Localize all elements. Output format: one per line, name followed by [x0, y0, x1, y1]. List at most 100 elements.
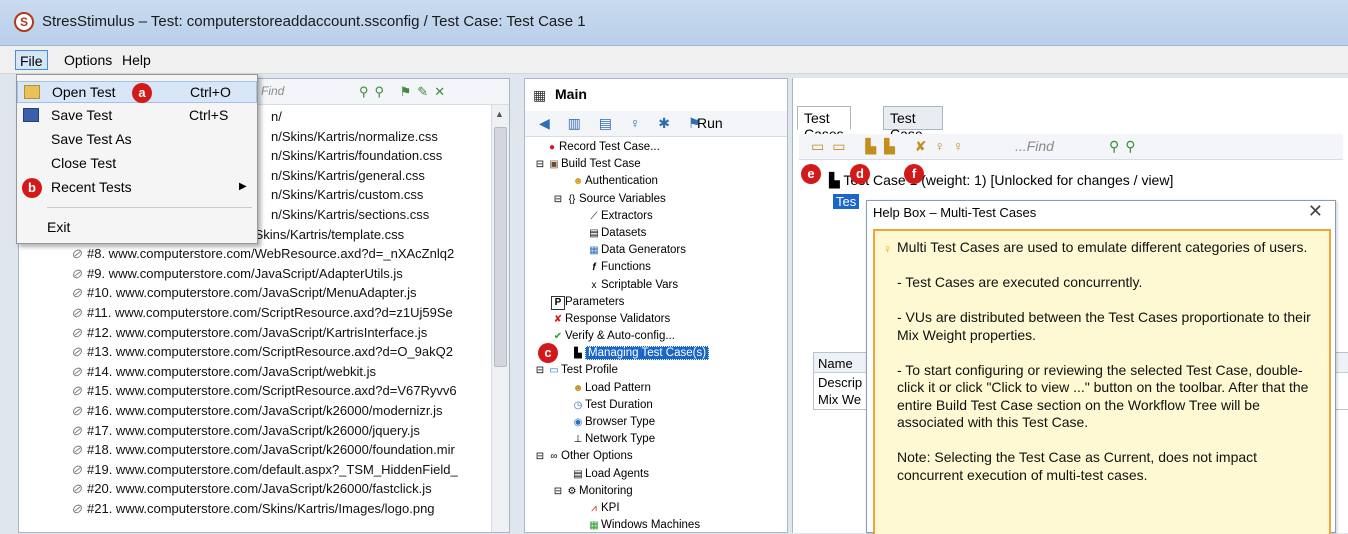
tree-item-response-validators[interactable]: ✘ Response Validators	[533, 311, 783, 328]
tab-main[interactable]: ▦ Main	[525, 79, 611, 109]
list-item[interactable]: n/Skins/Kartris/foundation.css	[271, 146, 495, 166]
menu-file[interactable]: File	[15, 50, 48, 70]
help-box-title: Help Box – Multi-Test Cases	[873, 205, 1037, 220]
list-item[interactable]: n/Skins/Kartris/custom.css	[271, 185, 495, 205]
close-test-menu-item[interactable]: Close Test	[17, 153, 257, 175]
tree-item-network-type[interactable]: ⊥ Network Type	[533, 431, 783, 448]
exit-menu-item[interactable]: Exit	[17, 217, 257, 239]
save-test-menu-item[interactable]: Save Test Ctrl+S	[17, 105, 257, 127]
list-item[interactable]: n/Skins/Kartris/normalize.css	[271, 127, 495, 147]
list-item[interactable]: ⊘ #18. www.computerstore.com/JavaScript/k…	[71, 440, 495, 460]
menu-bar: File Options Help	[0, 46, 1348, 74]
find-input[interactable]: Find	[261, 84, 284, 98]
list-item[interactable]: ⊘ #11. www.computerstore.com/ScriptResour…	[71, 303, 495, 323]
profile-icon: ▭	[549, 365, 559, 377]
test-cases-icon: ▙	[574, 348, 582, 360]
tree-item-test-profile[interactable]: ⊟ ▭ Test Profile	[533, 362, 783, 379]
list-item[interactable]: n/Skins/Kartris/general.css	[271, 166, 495, 186]
tree-item-verify[interactable]: ✔ Verify & Auto-config...	[533, 328, 783, 345]
link-icon: ⊘	[71, 461, 82, 477]
run-button[interactable]: Run	[697, 115, 723, 131]
tab-test-case-groups[interactable]: Test Case Groups	[883, 106, 943, 158]
test-case-toolbar: ▭▭ ▙▙ ✘♀♀ ...Find ⚲⚲	[799, 134, 1343, 160]
tree-item-browser-type[interactable]: ◉ Browser Type	[533, 414, 783, 431]
annotation-marker-c: c	[538, 343, 558, 363]
tree-item-parameters[interactable]: P Parameters	[533, 294, 783, 311]
scroll-up-icon[interactable]: ▲	[495, 109, 504, 119]
user-key-icon: ☻	[572, 176, 584, 188]
test-case-row[interactable]: ▙ Test Case 1 (weight: 1) [Unlocked for …	[829, 172, 1173, 189]
options-icon: ∞	[550, 451, 558, 463]
floppy-disk-icon	[23, 108, 39, 122]
list-item[interactable]: ⊘ #21. www.computerstore.com/Skins/Kartri…	[71, 499, 495, 519]
collapse-icon: ⊟	[535, 159, 545, 171]
annotation-marker-b: b	[22, 178, 42, 198]
parameters-icon: P	[551, 295, 565, 310]
windows-icon: ▦	[589, 520, 599, 532]
menu-help[interactable]: Help	[118, 50, 155, 70]
link-icon: ⊘	[71, 500, 82, 516]
tree-item-windows-machines[interactable]: ▦ Windows Machines	[533, 517, 783, 534]
tree-item-load-agents[interactable]: ▤ Load Agents	[533, 466, 783, 483]
tree-item-test-duration[interactable]: ◷ Test Duration	[533, 397, 783, 414]
list-item[interactable]: ⊘ #12. www.computerstore.com/JavaScript/K…	[71, 323, 495, 343]
link-icon: ⊘	[71, 402, 82, 418]
link-icon: ⊘	[71, 442, 82, 458]
selected-test-case-row[interactable]: Tes	[833, 194, 860, 209]
help-paragraph: Note: Selecting the Test Case as Current…	[897, 449, 1258, 483]
recent-tests-menu-item[interactable]: Recent Tests ▶	[17, 177, 257, 199]
tree-item-extractors[interactable]: ⟋ Extractors	[533, 208, 783, 225]
script-var-icon: x	[591, 279, 597, 291]
tab-test-cases[interactable]: Test Cases	[797, 106, 851, 142]
list-item[interactable]: ⊘ #13. www.computerstore.com/ScriptResour…	[71, 342, 495, 362]
filter-icons[interactable]: ⚲⚲	[1109, 138, 1142, 155]
list-item[interactable]: ⊘ #20. www.computerstore.com/JavaScript/k…	[71, 479, 495, 499]
link-icon: ⊘	[71, 265, 82, 281]
build-icon: ▣	[549, 159, 559, 171]
kpi-chart-icon: ⩘	[591, 502, 597, 514]
vertical-scrollbar[interactable]: ▲	[491, 105, 509, 532]
property-description[interactable]: Descrip	[818, 375, 862, 390]
list-item[interactable]: ⊘ #9. www.computerstore.com/JavaScript/Ad…	[71, 264, 495, 284]
grid-icon: ▦	[533, 87, 547, 103]
test-case-icon: ▙	[829, 172, 844, 188]
tree-item-build[interactable]: ⊟ ▣ Build Test Case	[533, 156, 783, 173]
tree-item-functions[interactable]: f Functions	[533, 259, 783, 276]
tree-item-authentication[interactable]: ☻ Authentication	[533, 173, 783, 190]
list-item[interactable]: n/	[271, 107, 495, 127]
help-paragraph: - VUs are distributed between the Test C…	[897, 309, 1311, 343]
list-item[interactable]: n/Skins/Kartris/sections.css	[271, 205, 495, 225]
tree-item-kpi[interactable]: ⩘ KPI	[533, 500, 783, 517]
menu-options[interactable]: Options	[60, 50, 116, 70]
tree-item-source-variables[interactable]: ⊟{} Source Variables	[533, 191, 783, 208]
globe-icon: ◉	[573, 417, 583, 428]
lightbulb-icon: ♀	[883, 242, 892, 256]
tree-item-load-pattern[interactable]: ☻ Load Pattern	[533, 380, 783, 397]
toolbar-icons[interactable]: ◀ ▥ ▤ ♀ ✱ ⚑	[539, 115, 707, 132]
list-item[interactable]: ⊘ #19. www.computerstore.com/default.aspx…	[71, 460, 495, 480]
property-mix-weight[interactable]: Mix We	[818, 392, 861, 407]
tree-item-data-generators[interactable]: ▦ Data Generators	[533, 242, 783, 259]
list-item[interactable]: ⊘ #15. www.computerstore.com/ScriptResour…	[71, 381, 495, 401]
toolbar-filter-icons[interactable]: ⚲⚲ ⚑✎✕	[359, 84, 451, 100]
close-icon[interactable]: ✕	[1308, 201, 1323, 222]
save-test-as-menu-item[interactable]: Save Test As	[17, 129, 257, 151]
title-bar: S StresStimulus – Test: computerstoreadd…	[0, 0, 1348, 46]
submenu-arrow-icon: ▶	[239, 181, 247, 192]
list-item[interactable]: ⊘ #16. www.computerstore.com/JavaScript/k…	[71, 401, 495, 421]
tree-item-monitoring[interactable]: ⊟ ⚙ Monitoring	[533, 483, 783, 500]
tree-item-record[interactable]: ● Record Test Case...	[533, 139, 783, 156]
test-case-find-input[interactable]: ...Find	[1015, 138, 1054, 154]
tree-item-other-options[interactable]: ⊟ ∞ Other Options	[533, 448, 783, 465]
list-item[interactable]: ⊘ #10. www.computerstore.com/JavaScript/M…	[71, 283, 495, 303]
list-item[interactable]: ⊘ #14. www.computerstore.com/JavaScript/w…	[71, 362, 495, 382]
list-item[interactable]: ⊘ #17. www.computerstore.com/JavaScript/k…	[71, 421, 495, 441]
workflow-tree: ● Record Test Case... ⊟ ▣ Build Test Case ☻…	[533, 139, 783, 534]
tree-item-managing-test-cases[interactable]: ▙ Managing Test Case(s)	[533, 345, 783, 362]
list-item[interactable]: ⊘ #8. www.computerstore.com/WebResource.a…	[71, 244, 495, 264]
collapse-icon: ⊟	[535, 365, 545, 377]
test-case-toolbar-icons[interactable]: ▭▭ ▙▙ ✘♀♀	[811, 138, 972, 155]
tree-item-scriptable-vars[interactable]: x Scriptable Vars	[533, 277, 783, 294]
scroll-thumb[interactable]	[494, 127, 507, 367]
tree-item-datasets[interactable]: ▤ Datasets	[533, 225, 783, 242]
